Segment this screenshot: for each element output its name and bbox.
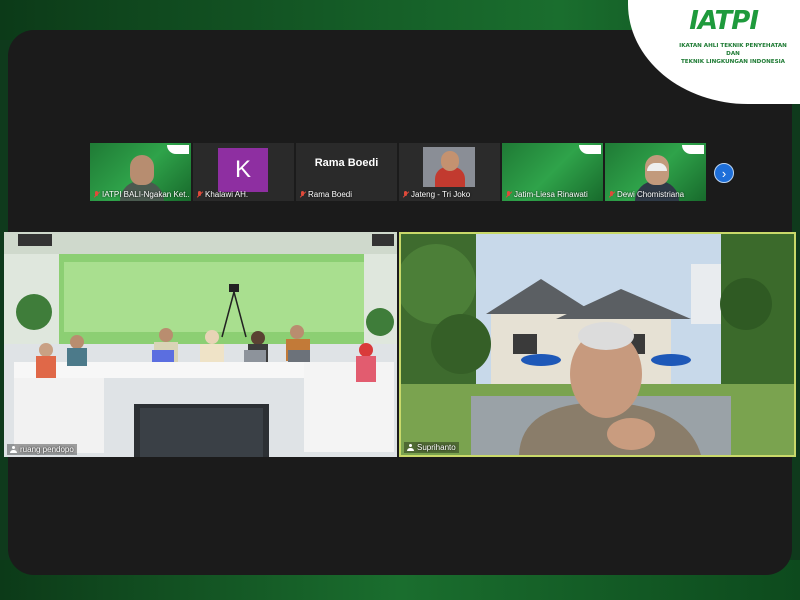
participant-name: IATPI BALI-Ngakan Ket... [102,190,189,199]
name-card: Rama Boedi [314,157,379,169]
participant-tile[interactable]: IATPI BALI-Ngakan Ket... [90,143,191,201]
mic-off-icon [196,191,203,198]
participant-name: Jateng - Tri Joko [411,190,471,199]
tile-name: Suprihanto [417,443,456,452]
tile-name-label: Suprihanto [404,442,459,453]
logo-caption: IKATAN AHLI TEKNIK PENYEHATAN DAN TEKNIK… [679,43,787,65]
mic-off-icon [402,191,409,198]
participant-name: Rama Boedi [308,190,353,199]
speaker-video [401,234,794,455]
participant-video [130,155,154,185]
participant-icon [407,444,414,451]
participant-strip: IATPI BALI-Ngakan Ket... K Khalawi AH. R… [90,143,710,201]
mic-off-icon [93,191,100,198]
room-video [4,232,397,457]
participant-tile[interactable]: Jatim-Liesa Rinawati [502,143,603,201]
mic-off-icon [608,191,615,198]
participant-name: Khalawi AH. [205,190,249,199]
video-tile-active-speaker[interactable]: Suprihanto [399,232,796,457]
participant-tile[interactable]: K Khalawi AH. [193,143,294,201]
video-tile-room[interactable]: ruang pendopo [4,232,397,457]
participant-icon [10,446,17,453]
iatpi-logo: IATPI [689,6,759,36]
participant-tile[interactable]: Rama Boedi Rama Boedi [296,143,397,201]
tile-logo [682,145,704,154]
tile-name: ruang pendopo [20,445,74,454]
mic-off-icon [505,191,512,198]
mic-off-icon [299,191,306,198]
participant-tile[interactable]: Jateng - Tri Joko [399,143,500,201]
next-page-button[interactable]: › [714,163,734,183]
tile-logo [167,145,189,154]
participant-name: Dewi Chomistriana [617,190,685,199]
chevron-right-icon: › [721,165,727,181]
avatar: K [218,148,268,192]
tile-name-label: ruang pendopo [7,444,77,455]
participant-tile[interactable]: Dewi Chomistriana [605,143,706,201]
participant-name: Jatim-Liesa Rinawati [514,190,588,199]
tile-logo [579,145,601,154]
